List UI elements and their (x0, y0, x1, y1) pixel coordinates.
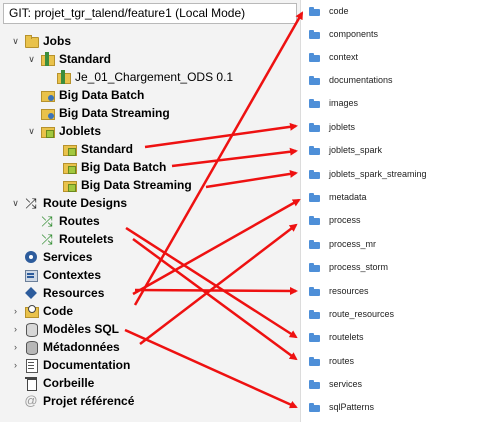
folder-item-routelets[interactable]: routelets (301, 326, 482, 348)
collapse-icon[interactable]: ∨ (26, 122, 37, 140)
folder-item-services[interactable]: services (301, 373, 482, 395)
routes-icon: ⤮ (41, 213, 53, 229)
joblet-big-data-batch-icon (62, 160, 77, 174)
tree-item-joblets-big-data-streaming[interactable]: Big Data Streaming (62, 176, 192, 194)
expand-icon[interactable]: › (10, 302, 21, 320)
folder-icon (309, 402, 320, 412)
folder-icon (309, 286, 320, 296)
tree-item-resources[interactable]: Resources (24, 284, 104, 302)
tree-item-joblets-standard[interactable]: Standard (62, 140, 133, 158)
folder-item-metadata[interactable]: metadata (301, 186, 482, 208)
folder-item-joblets-spark[interactable]: joblets_spark (301, 139, 482, 161)
tree-item-joblets-big-data-batch[interactable]: Big Data Batch (62, 158, 166, 176)
joblet-standard-icon (62, 142, 77, 156)
folder-icon (309, 332, 320, 342)
folder-icon (309, 356, 320, 366)
folder-icon (309, 309, 320, 319)
tree-item-projet-reference[interactable]: @ Projet référencé (24, 392, 134, 410)
route-designs-icon: ⤮ (25, 195, 37, 211)
folder-icon (309, 192, 320, 202)
folder-icon (309, 29, 320, 39)
folder-icon (309, 98, 320, 108)
resources-icon (24, 286, 38, 300)
joblet-big-data-streaming-icon (62, 178, 77, 192)
expand-icon[interactable]: › (10, 320, 21, 338)
recycle-bin-icon (24, 376, 38, 391)
collapse-icon[interactable]: ∨ (10, 32, 21, 50)
tree-item-job-file[interactable]: Je_01_Chargement_ODS 0.1 (56, 68, 233, 86)
big-data-streaming-icon (40, 106, 55, 120)
tree-item-joblets[interactable]: ∨ Joblets (26, 122, 101, 140)
tree-item-jobs[interactable]: ∨ Jobs (10, 32, 71, 50)
folder-list-panel: code components context documentations i… (300, 0, 482, 422)
expand-icon[interactable]: › (10, 338, 21, 356)
collapse-icon[interactable]: ∨ (26, 50, 37, 68)
folder-icon (309, 6, 320, 16)
folder-item-components[interactable]: components (301, 23, 482, 45)
folder-icon (309, 379, 320, 389)
tree-item-contextes[interactable]: Contextes (24, 266, 101, 284)
contexts-icon (24, 268, 38, 282)
folder-item-process[interactable]: process (301, 209, 482, 231)
metadata-icon (24, 340, 38, 355)
folder-icon (309, 145, 320, 155)
tree-item-services[interactable]: Services (24, 248, 92, 266)
expand-icon[interactable]: › (10, 356, 21, 374)
folder-item-sqlpatterns[interactable]: sqlPatterns (301, 396, 482, 418)
folder-icon (309, 215, 320, 225)
documentation-icon (24, 358, 38, 373)
folder-icon (309, 239, 320, 249)
folder-item-code[interactable]: code (301, 0, 482, 22)
jobs-folder-icon (24, 34, 39, 48)
folder-icon (309, 52, 320, 62)
folder-icon (309, 262, 320, 272)
tree-item-code[interactable]: › Code (10, 302, 73, 320)
collapse-icon[interactable]: ∨ (10, 194, 21, 212)
joblets-folder-icon (40, 124, 55, 138)
folder-icon (309, 169, 320, 179)
tree-item-big-data-streaming[interactable]: Big Data Streaming (40, 104, 170, 122)
code-icon (24, 304, 39, 318)
tree-item-jobs-standard[interactable]: ∨ Standard (26, 50, 111, 68)
tree-item-documentation[interactable]: › Documentation (10, 356, 130, 374)
big-data-batch-icon (40, 88, 55, 102)
job-icon (56, 70, 71, 84)
git-branch-bar[interactable]: GIT: projet_tgr_talend/feature1 (Local M… (3, 3, 297, 24)
tree-item-metadonnees[interactable]: › Métadonnées (10, 338, 120, 356)
referenced-project-icon: @ (24, 393, 38, 408)
folder-item-routes[interactable]: routes (301, 350, 482, 372)
folder-item-process-mr[interactable]: process_mr (301, 233, 482, 255)
folder-item-joblets[interactable]: joblets (301, 116, 482, 138)
tree-item-route-designs[interactable]: ∨ ⤮ Route Designs (10, 194, 127, 212)
tree-item-corbeille[interactable]: Corbeille (24, 374, 94, 392)
folder-icon (309, 122, 320, 132)
folder-item-process-storm[interactable]: process_storm (301, 256, 482, 278)
sql-templates-icon (24, 322, 38, 337)
tree-item-routes[interactable]: ⤮ Routes (40, 212, 99, 230)
routelets-icon: ⤮ (41, 231, 53, 247)
tree-item-modeles-sql[interactable]: › Modèles SQL (10, 320, 119, 338)
folder-item-route-resources[interactable]: route_resources (301, 303, 482, 325)
folder-item-images[interactable]: images (301, 92, 482, 114)
repository-tree-panel: GIT: projet_tgr_talend/feature1 (Local M… (0, 0, 300, 422)
folder-item-documentations[interactable]: documentations (301, 69, 482, 91)
folder-icon (309, 75, 320, 85)
folder-item-context[interactable]: context (301, 46, 482, 68)
services-icon (24, 250, 38, 264)
tree-item-routelets[interactable]: ⤮ Routelets (40, 230, 113, 248)
standard-job-folder-icon (40, 52, 55, 66)
folder-item-resources[interactable]: resources (301, 280, 482, 302)
folder-item-joblets-spark-streaming[interactable]: joblets_spark_streaming (301, 163, 482, 185)
tree-item-big-data-batch[interactable]: Big Data Batch (40, 86, 144, 104)
